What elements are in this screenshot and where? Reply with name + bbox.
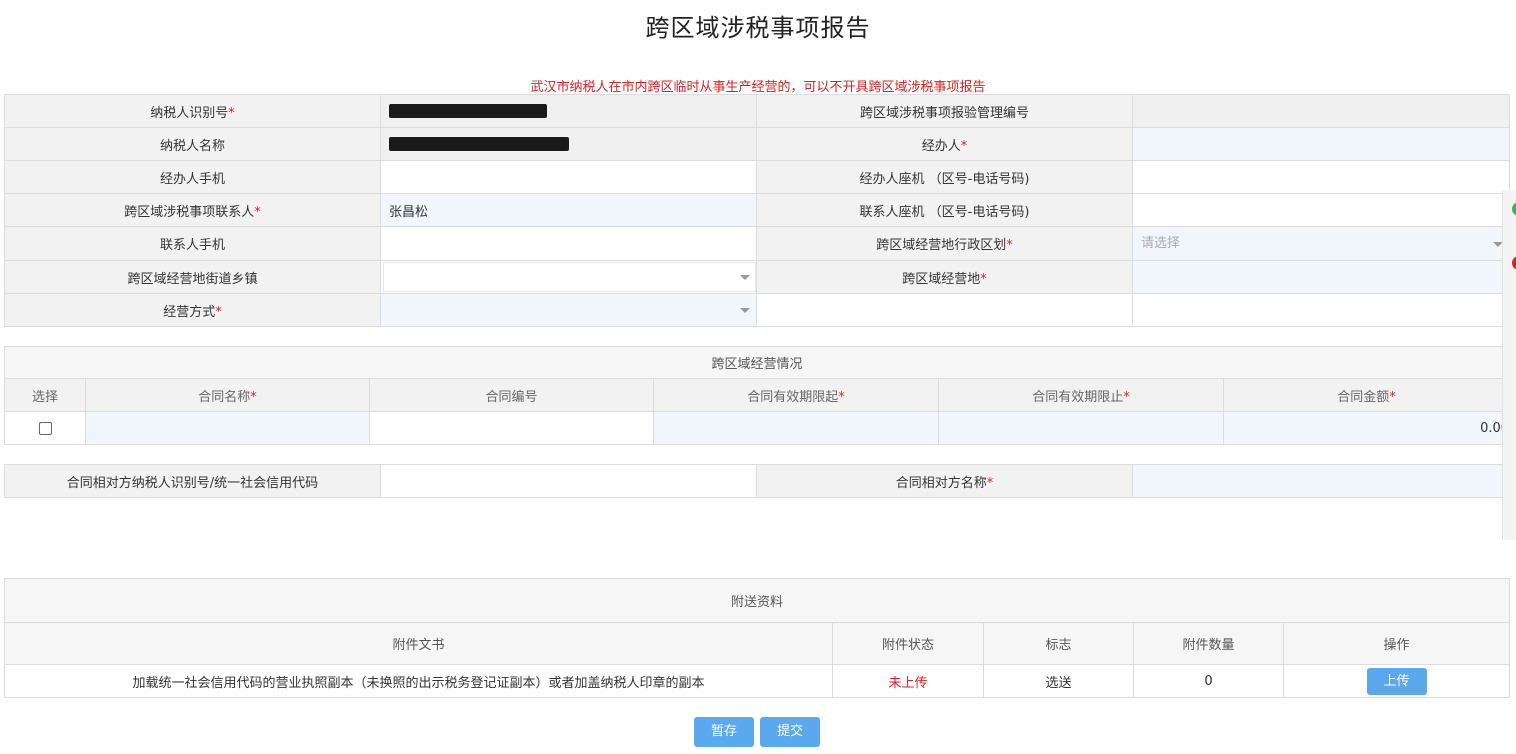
counterparty-form: 合同相对方纳税人识别号/统一社会信用代码 合同相对方名称* [4, 464, 1510, 498]
col-contract-no: 合同编号 [369, 378, 654, 412]
submit-button[interactable]: 提交 [760, 717, 821, 747]
site-label: 跨区域经营地* [756, 260, 1133, 294]
mode-select[interactable] [380, 293, 757, 327]
taxpayer-id-field [380, 94, 757, 128]
notice-text: 武汉市纳税人在市内跨区临时从事生产经营的，可以不开具跨区域涉税事项报告 [530, 80, 986, 95]
empty-cell [1132, 293, 1510, 327]
row-checkbox[interactable] [38, 421, 52, 435]
col-doc: 附件文书 [4, 622, 833, 665]
attachment-action-cell: 上传 [1282, 664, 1511, 698]
table-row: 0.00 [4, 411, 1511, 445]
upload-button[interactable]: 上传 [1366, 667, 1427, 695]
attachments-table: 附送资料 附件文书 附件状态 标志 附件数量 操作 加载统一社会信用代码的营业执… [3, 578, 1511, 698]
region-placeholder: 请选择 [1141, 236, 1181, 251]
redacted-block [389, 104, 547, 118]
mgmt-no-field [1132, 94, 1510, 128]
green-dot-icon[interactable] [1512, 202, 1516, 216]
mgmt-no-label: 跨区域涉税事项报验管理编号 [756, 94, 1133, 128]
col-count: 附件数量 [1133, 622, 1284, 665]
counterparty-name-input[interactable] [1132, 464, 1510, 498]
redacted-block [389, 137, 569, 151]
empty-cell [756, 293, 1133, 327]
taxpayer-name-label: 纳税人名称 [4, 127, 381, 161]
contact-landline-label: 联系人座机 （区号-电话号码) [756, 193, 1133, 227]
contact-landline-input[interactable] [1132, 193, 1510, 227]
mode-label: 经营方式* [4, 293, 381, 327]
table-row: 加载统一社会信用代码的营业执照副本（未换照的出示税务登记证副本）或者加盖纳税人印… [4, 664, 1511, 698]
col-action: 操作 [1282, 622, 1511, 665]
row-checkbox-cell [4, 411, 86, 445]
handler-landline-label: 经办人座机 （区号-电话号码) [756, 160, 1133, 194]
col-valid-from: 合同有效期限起* [653, 378, 939, 412]
col-status: 附件状态 [832, 622, 984, 665]
contact-input[interactable]: 张昌松 [380, 193, 757, 227]
contracts-table: 跨区域经营情况 选择 合同名称* 合同编号 合同有效期限起* 合同有效期限止* … [3, 346, 1511, 445]
contract-no-input[interactable] [369, 411, 654, 445]
handler-input[interactable] [1132, 127, 1510, 161]
basic-info-form: 纳税人识别号* 跨区域涉税事项报验管理编号 纳税人名称 经办人* 经办人手机 经… [4, 94, 1510, 327]
counterparty-name-label: 合同相对方名称* [756, 464, 1133, 498]
handler-mobile-label: 经办人手机 [4, 160, 381, 194]
col-contract-name: 合同名称* [85, 378, 370, 412]
taxpayer-id-label: 纳税人识别号* [4, 94, 381, 128]
contact-mobile-input[interactable] [380, 226, 757, 261]
col-select: 选择 [4, 378, 86, 412]
attachments-section-title: 附送资料 [3, 578, 1511, 623]
attachment-flag: 选送 [983, 664, 1134, 698]
valid-from-input[interactable] [653, 411, 939, 445]
handler-landline-input[interactable] [1132, 160, 1510, 194]
contracts-section-title: 跨区域经营情况 [3, 346, 1511, 379]
attachment-status: 未上传 [832, 664, 984, 698]
attachment-count: 0 [1133, 664, 1284, 698]
site-input[interactable] [1132, 260, 1510, 294]
street-select[interactable] [380, 260, 757, 294]
handler-mobile-input[interactable] [380, 160, 757, 194]
contact-mobile-label: 联系人手机 [4, 226, 381, 261]
taxpayer-name-field [380, 127, 757, 161]
col-flag: 标志 [983, 622, 1134, 665]
region-label: 跨区域经营地行政区划* [756, 226, 1133, 261]
col-valid-to: 合同有效期限止* [938, 378, 1224, 412]
save-button[interactable]: 暂存 [694, 717, 754, 747]
chevron-down-icon [740, 275, 750, 280]
counterparty-id-label: 合同相对方纳税人识别号/统一社会信用代码 [4, 464, 381, 498]
chevron-down-icon [740, 308, 750, 313]
counterparty-id-input[interactable] [380, 464, 757, 498]
street-label: 跨区域经营地街道乡镇 [4, 260, 381, 294]
amount-input[interactable]: 0.00 [1222, 411, 1511, 445]
col-amount: 合同金额* [1222, 378, 1511, 412]
action-bar: 暂存 提交 [694, 717, 822, 747]
contact-label: 跨区域涉税事项联系人* [4, 193, 381, 227]
handler-label: 经办人* [756, 127, 1133, 161]
attachment-doc: 加载统一社会信用代码的营业执照副本（未换照的出示税务登记证副本）或者加盖纳税人印… [4, 664, 833, 698]
valid-to-input[interactable] [938, 411, 1224, 445]
side-toolbar [1502, 190, 1516, 540]
page-title: 跨区域涉税事项报告 [645, 14, 871, 42]
red-dot-icon[interactable] [1512, 256, 1516, 270]
contract-name-input[interactable] [85, 411, 370, 445]
region-select[interactable]: 请选择 [1132, 226, 1510, 261]
